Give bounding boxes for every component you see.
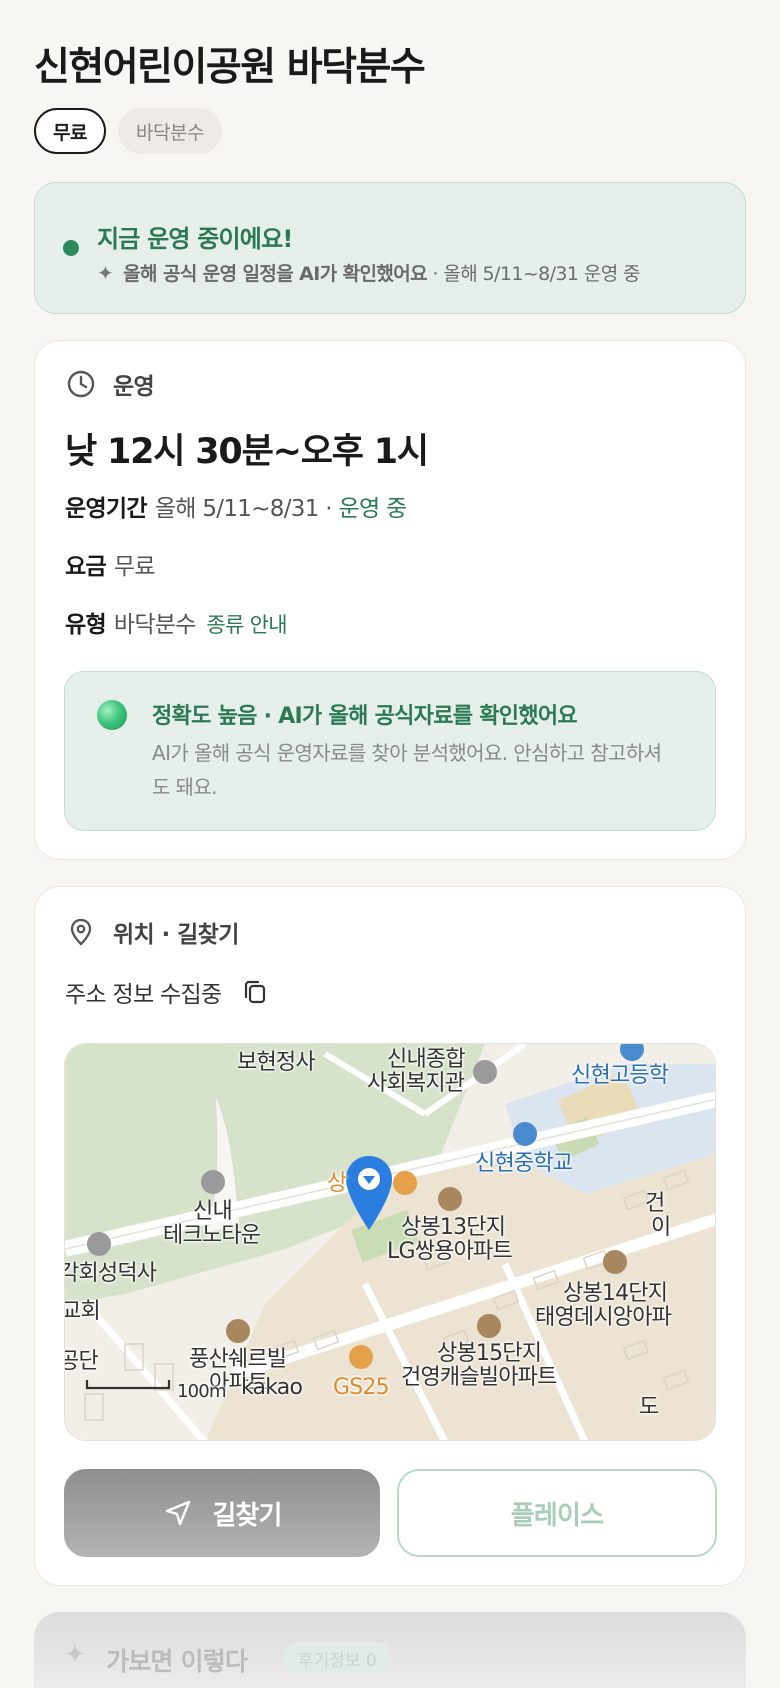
- map-label-sangbong15-2: 건영캐슬빌아파트: [401, 1365, 557, 1390]
- map-view[interactable]: 보현정사 신내종합 사회복지관 신현고등학 신현중학교 상 상봉13단지 LG쌍…: [64, 1043, 716, 1441]
- status-period: · 올해 5/11~8/31 운영 중: [427, 263, 640, 285]
- visit-review-badge: 후기정보 0: [284, 1642, 391, 1675]
- map-kakao-logo: kakao: [241, 1375, 303, 1400]
- copy-icon[interactable]: [241, 978, 269, 1006]
- fee-value: 무료: [113, 554, 156, 580]
- map-label-techno-2: 테크노타운: [163, 1223, 261, 1248]
- location-header: 위치 · 길찾기: [65, 915, 239, 949]
- period-key: 운영기간: [65, 496, 148, 522]
- period-status: 운영 중: [338, 496, 407, 522]
- map-label-welfare-1: 신내종합: [387, 1047, 466, 1072]
- status-ai-note: 올해 공식 운영 일정을 AI가 확인했어요: [123, 263, 428, 285]
- map-label-sangbong13-1: 상봉13단지: [401, 1215, 506, 1240]
- map-label-geon-2: 이: [651, 1215, 671, 1240]
- operation-header: 운영: [65, 367, 155, 401]
- map-label-bohyeon: 보현정사: [237, 1050, 316, 1075]
- map-pin-icon: [70, 918, 92, 946]
- period-row: 운영기간 올해 5/11~8/31 · 운영 중: [65, 489, 407, 523]
- sparkle-icon: ✦: [97, 261, 114, 285]
- page: 신현어린이공원 바닥분수 무료 바닥분수 지금 운영 중이에요! ✦ 올해 공식 …: [0, 0, 780, 1688]
- visit-review-card: ✦ 가보면 이렇다 후기정보 0: [34, 1612, 746, 1688]
- place-button[interactable]: 플레이스: [397, 1469, 717, 1557]
- map-label-church: 교회: [64, 1299, 101, 1324]
- map-label-gs25: GS25: [333, 1375, 390, 1400]
- navigation-arrow-icon: [166, 1500, 191, 1526]
- address-text: 주소 정보 수집중: [65, 982, 222, 1008]
- clock-icon: [67, 370, 95, 398]
- map-label-deoksa: 각회성덕사: [64, 1261, 157, 1286]
- map-label-middle-school: 신현중학교: [475, 1151, 573, 1176]
- type-key: 유형: [65, 612, 107, 638]
- type-guide-link[interactable]: 종류 안내: [206, 613, 287, 637]
- visit-review-title: 가보면 이렇다: [106, 1647, 248, 1676]
- map-label-gongdan: 공단: [65, 1349, 99, 1374]
- type-chip[interactable]: 바닥분수: [118, 108, 222, 154]
- type-value: 바닥분수: [113, 612, 197, 638]
- period-value: 올해 5/11~8/31 ·: [154, 496, 339, 522]
- fee-key: 요금: [65, 554, 107, 580]
- map-label-do: 도: [639, 1395, 659, 1420]
- status-dot-icon: [63, 240, 79, 256]
- ai-accuracy-title: 정확도 높음 · AI가 올해 공식자료를 확인했어요: [152, 704, 578, 729]
- operation-section-label: 운영: [113, 374, 155, 400]
- map-scale-label: 100m: [177, 1381, 226, 1402]
- route-button-label: 길찾기: [212, 1500, 282, 1531]
- status-banner: 지금 운영 중이에요! ✦ 올해 공식 운영 일정을 AI가 확인했어요 · 올해…: [34, 182, 746, 314]
- map-label-geon-1: 건: [645, 1191, 665, 1216]
- map-label-high-school: 신현고등학: [571, 1063, 669, 1088]
- sparkle-icon: ✦: [64, 1640, 86, 1670]
- map-label-sangbong15-1: 상봉15단지: [437, 1341, 542, 1366]
- route-button[interactable]: 길찾기: [64, 1469, 380, 1557]
- status-subtitle: ✦ 올해 공식 운영 일정을 AI가 확인했어요 · 올해 5/11~8/31 운…: [97, 259, 641, 286]
- fee-row: 요금 무료: [65, 547, 156, 581]
- map-label-pungsan-1: 풍산쉐르빌: [189, 1347, 287, 1372]
- map-label-sang: 상: [327, 1171, 347, 1196]
- map-label-techno-1: 신내: [193, 1199, 233, 1224]
- page-title: 신현어린이공원 바닥분수: [34, 45, 426, 90]
- map-label-welfare-2: 사회복지관: [367, 1071, 465, 1096]
- ai-orb-icon: [97, 700, 127, 730]
- operating-hours: 낮 12시 30분~오후 1시: [65, 432, 429, 472]
- type-row: 유형 바닥분수 종류 안내: [65, 605, 288, 639]
- ai-accuracy-description: AI가 올해 공식 운영자료를 찾아 분석했어요. 안심하고 참고하셔도 돼요.: [152, 741, 662, 799]
- status-title: 지금 운영 중이에요!: [97, 225, 293, 253]
- address-row: 주소 정보 수집중: [65, 975, 269, 1009]
- location-card: 위치 · 길찾기 주소 정보 수집중 보현정사 신내종합 사회복지관 신현고등학…: [34, 886, 746, 1586]
- map-label-sangbong13-2: LG쌍용아파트: [387, 1239, 513, 1264]
- map-label-sangbong14-2: 태영데시앙아파: [535, 1305, 672, 1330]
- map-label-sangbong14-1: 상봉14단지: [563, 1281, 668, 1306]
- place-button-label: 플레이스: [510, 1500, 604, 1531]
- fee-chip[interactable]: 무료: [34, 108, 106, 154]
- ai-accuracy-box: 정확도 높음 · AI가 올해 공식자료를 확인했어요 AI가 올해 공식 운영…: [64, 671, 716, 831]
- location-section-label: 위치 · 길찾기: [113, 922, 239, 948]
- operation-card: 운영 낮 12시 30분~오후 1시 운영기간 올해 5/11~8/31 · 운영…: [34, 340, 746, 860]
